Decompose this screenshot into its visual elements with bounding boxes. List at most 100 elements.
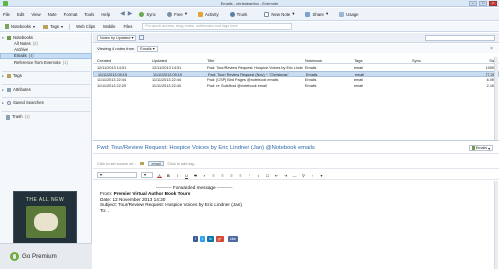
close-button[interactable]: × <box>489 1 497 6</box>
more-options-icon[interactable]: ▾ <box>319 173 324 178</box>
numbered-list-icon[interactable]: ⋮ <box>247 173 252 178</box>
googleplus-share-button[interactable]: g+ <box>215 236 224 242</box>
notebook-filter-dropdown[interactable]: Emails ▾ <box>137 45 158 52</box>
source-url-field[interactable]: Click to set source url... <box>97 162 136 166</box>
note-notebook-dropdown[interactable]: Emails ▾ <box>468 145 493 151</box>
justify-icon[interactable]: ≡ <box>238 173 243 178</box>
files-shortcut[interactable]: Files <box>121 24 134 29</box>
strikethrough-icon[interactable]: S <box>193 173 198 178</box>
ad-headline: THE ALL NEW <box>25 197 65 203</box>
column-created[interactable]: Created <box>97 58 149 63</box>
highlight-icon[interactable]: ▪ <box>202 173 207 178</box>
sidebar-item-tags[interactable]: ▸ Tags <box>0 73 92 79</box>
add-tag-field[interactable]: Click to add tag... <box>168 162 197 166</box>
chevron-right-icon: ▸ <box>2 88 4 92</box>
indent-icon[interactable]: ⇥ <box>283 173 288 178</box>
cell-size: 2.1KB <box>486 84 497 88</box>
cell-notebook: Emails <box>305 84 317 88</box>
usage-button[interactable]: Usage <box>335 10 362 19</box>
clear-filter-icon[interactable]: × <box>490 46 493 52</box>
font-size-select[interactable]: ▾ <box>141 172 153 178</box>
bullet-list-icon[interactable]: • <box>256 173 261 178</box>
menu-view[interactable]: View <box>31 12 40 17</box>
sidebar-label: Saved Searches <box>13 100 44 105</box>
menu-note[interactable]: Note <box>48 12 57 17</box>
link-icon[interactable]: ⚲ <box>301 173 306 178</box>
notebooks-shortcut[interactable]: Notebooks ▾ <box>3 24 37 29</box>
new-note-button[interactable]: New Note ▾ <box>260 9 298 19</box>
activity-button[interactable]: Activity <box>194 10 223 19</box>
twitter-share-button[interactable]: t <box>199 236 205 242</box>
align-right-icon[interactable]: ≡ <box>229 173 234 178</box>
column-sync[interactable]: Sync <box>412 58 432 63</box>
notes-list-scrollbar[interactable] <box>494 57 498 140</box>
note-title[interactable]: Fwd: Tour/Review Request: Hospice Voices… <box>93 143 499 154</box>
sidebar-label: Attributes <box>13 87 31 92</box>
column-title[interactable]: Title <box>207 58 303 63</box>
tags-shortcut[interactable]: Tags ▾ <box>41 24 65 29</box>
sort-dropdown[interactable]: Notes by Updated ▾ <box>97 34 137 41</box>
column-size[interactable]: Size <box>437 58 497 63</box>
align-center-icon[interactable]: ≡ <box>220 173 225 178</box>
usage-icon <box>339 11 345 17</box>
checkbox-icon[interactable]: ☐ <box>265 173 270 178</box>
menu-tools[interactable]: Tools <box>84 12 94 17</box>
encrypt-icon[interactable]: ▫ <box>310 173 315 178</box>
align-left-icon[interactable]: ≡ <box>211 173 216 178</box>
web-clips-shortcut[interactable]: Web Clips <box>74 24 97 29</box>
font-family-select[interactable]: ▾ <box>97 172 137 178</box>
trunk-button[interactable]: Trunk <box>226 10 252 19</box>
tags-label: Tags <box>50 24 59 29</box>
italic-icon[interactable]: I <box>175 173 180 178</box>
bold-icon[interactable]: B <box>166 173 171 178</box>
shortcuts-bar: Notebooks ▾ Tags ▾ Web Clips Mobile Files … <box>0 22 499 32</box>
mobile-shortcut[interactable]: Mobile <box>101 24 117 29</box>
column-tags[interactable]: Tags <box>354 58 410 63</box>
menu-file[interactable]: File <box>3 12 10 17</box>
maximize-button[interactable]: □ <box>479 1 487 6</box>
forward-arrow-icon[interactable]: ▶ <box>128 11 133 17</box>
font-color-icon[interactable]: A <box>157 173 162 178</box>
go-premium-button[interactable]: Go Premium <box>0 243 92 269</box>
menu-help[interactable]: Help <box>101 12 110 17</box>
note-count: (4) <box>28 53 34 58</box>
view-options-icon[interactable] <box>139 35 145 40</box>
share-button[interactable]: Share ▾ <box>301 9 332 19</box>
sidebar-item-saved-searches[interactable]: ▸ Saved Searches <box>0 100 92 106</box>
linkedin-share-button[interactable]: in <box>206 236 214 242</box>
tag-icon <box>7 74 11 78</box>
underline-icon[interactable]: U <box>184 173 189 178</box>
horizontal-rule-icon[interactable]: — <box>292 173 297 178</box>
sync-button[interactable]: Sync <box>135 10 160 19</box>
social-share-buttons: f t in g+ Like <box>193 236 239 242</box>
from-label: From: <box>100 190 113 196</box>
free-button[interactable]: Free ▾ <box>163 9 191 19</box>
sidebar-divider <box>2 111 90 112</box>
pane-splitter[interactable] <box>93 140 499 141</box>
note-body[interactable]: ---------- Forwarded message ---------- … <box>100 185 490 214</box>
back-arrow-icon[interactable]: ◀ <box>120 11 125 17</box>
note-scrollbar[interactable] <box>494 181 498 269</box>
sidebar-item-trash[interactable]: Trash (1) <box>0 114 92 120</box>
sidebar-item-reference[interactable]: Reference from Evernote (1) <box>0 60 92 66</box>
title-bar: Emails - chrisdeanfox - Evernote – □ × <box>0 0 499 7</box>
menu-edit[interactable]: Edit <box>17 12 24 17</box>
tag-chip[interactable]: email <box>148 161 164 166</box>
search-notes-input[interactable] <box>425 34 495 41</box>
column-updated[interactable]: Updated <box>152 58 206 63</box>
menu-format[interactable]: Format <box>64 12 78 17</box>
shortcuts-drop-area[interactable]: For quick access, drag notes, notebooks … <box>142 23 293 30</box>
activity-label: Activity <box>204 11 219 17</box>
table-row[interactable]: 11/11/2013 22:29 11/11/2013 22:40 Fwd: r… <box>93 83 499 89</box>
sidebar-label: Reference from Evernote <box>14 60 61 65</box>
sidebar-item-emails[interactable]: Emails (4) <box>0 53 92 59</box>
web-clips-label: Web Clips <box>76 24 96 29</box>
minimize-button[interactable]: – <box>469 1 477 6</box>
facebook-share-button[interactable]: f <box>193 236 198 242</box>
sidebar-item-attributes[interactable]: ▸ Attributes <box>0 87 92 93</box>
column-notebook[interactable]: Notebook <box>305 58 353 63</box>
go-premium-label: Go Premium <box>22 253 57 260</box>
outdent-icon[interactable]: ⇤ <box>274 173 279 178</box>
notebooks-label: Notebooks <box>11 24 32 29</box>
like-button[interactable]: Like <box>227 236 239 242</box>
